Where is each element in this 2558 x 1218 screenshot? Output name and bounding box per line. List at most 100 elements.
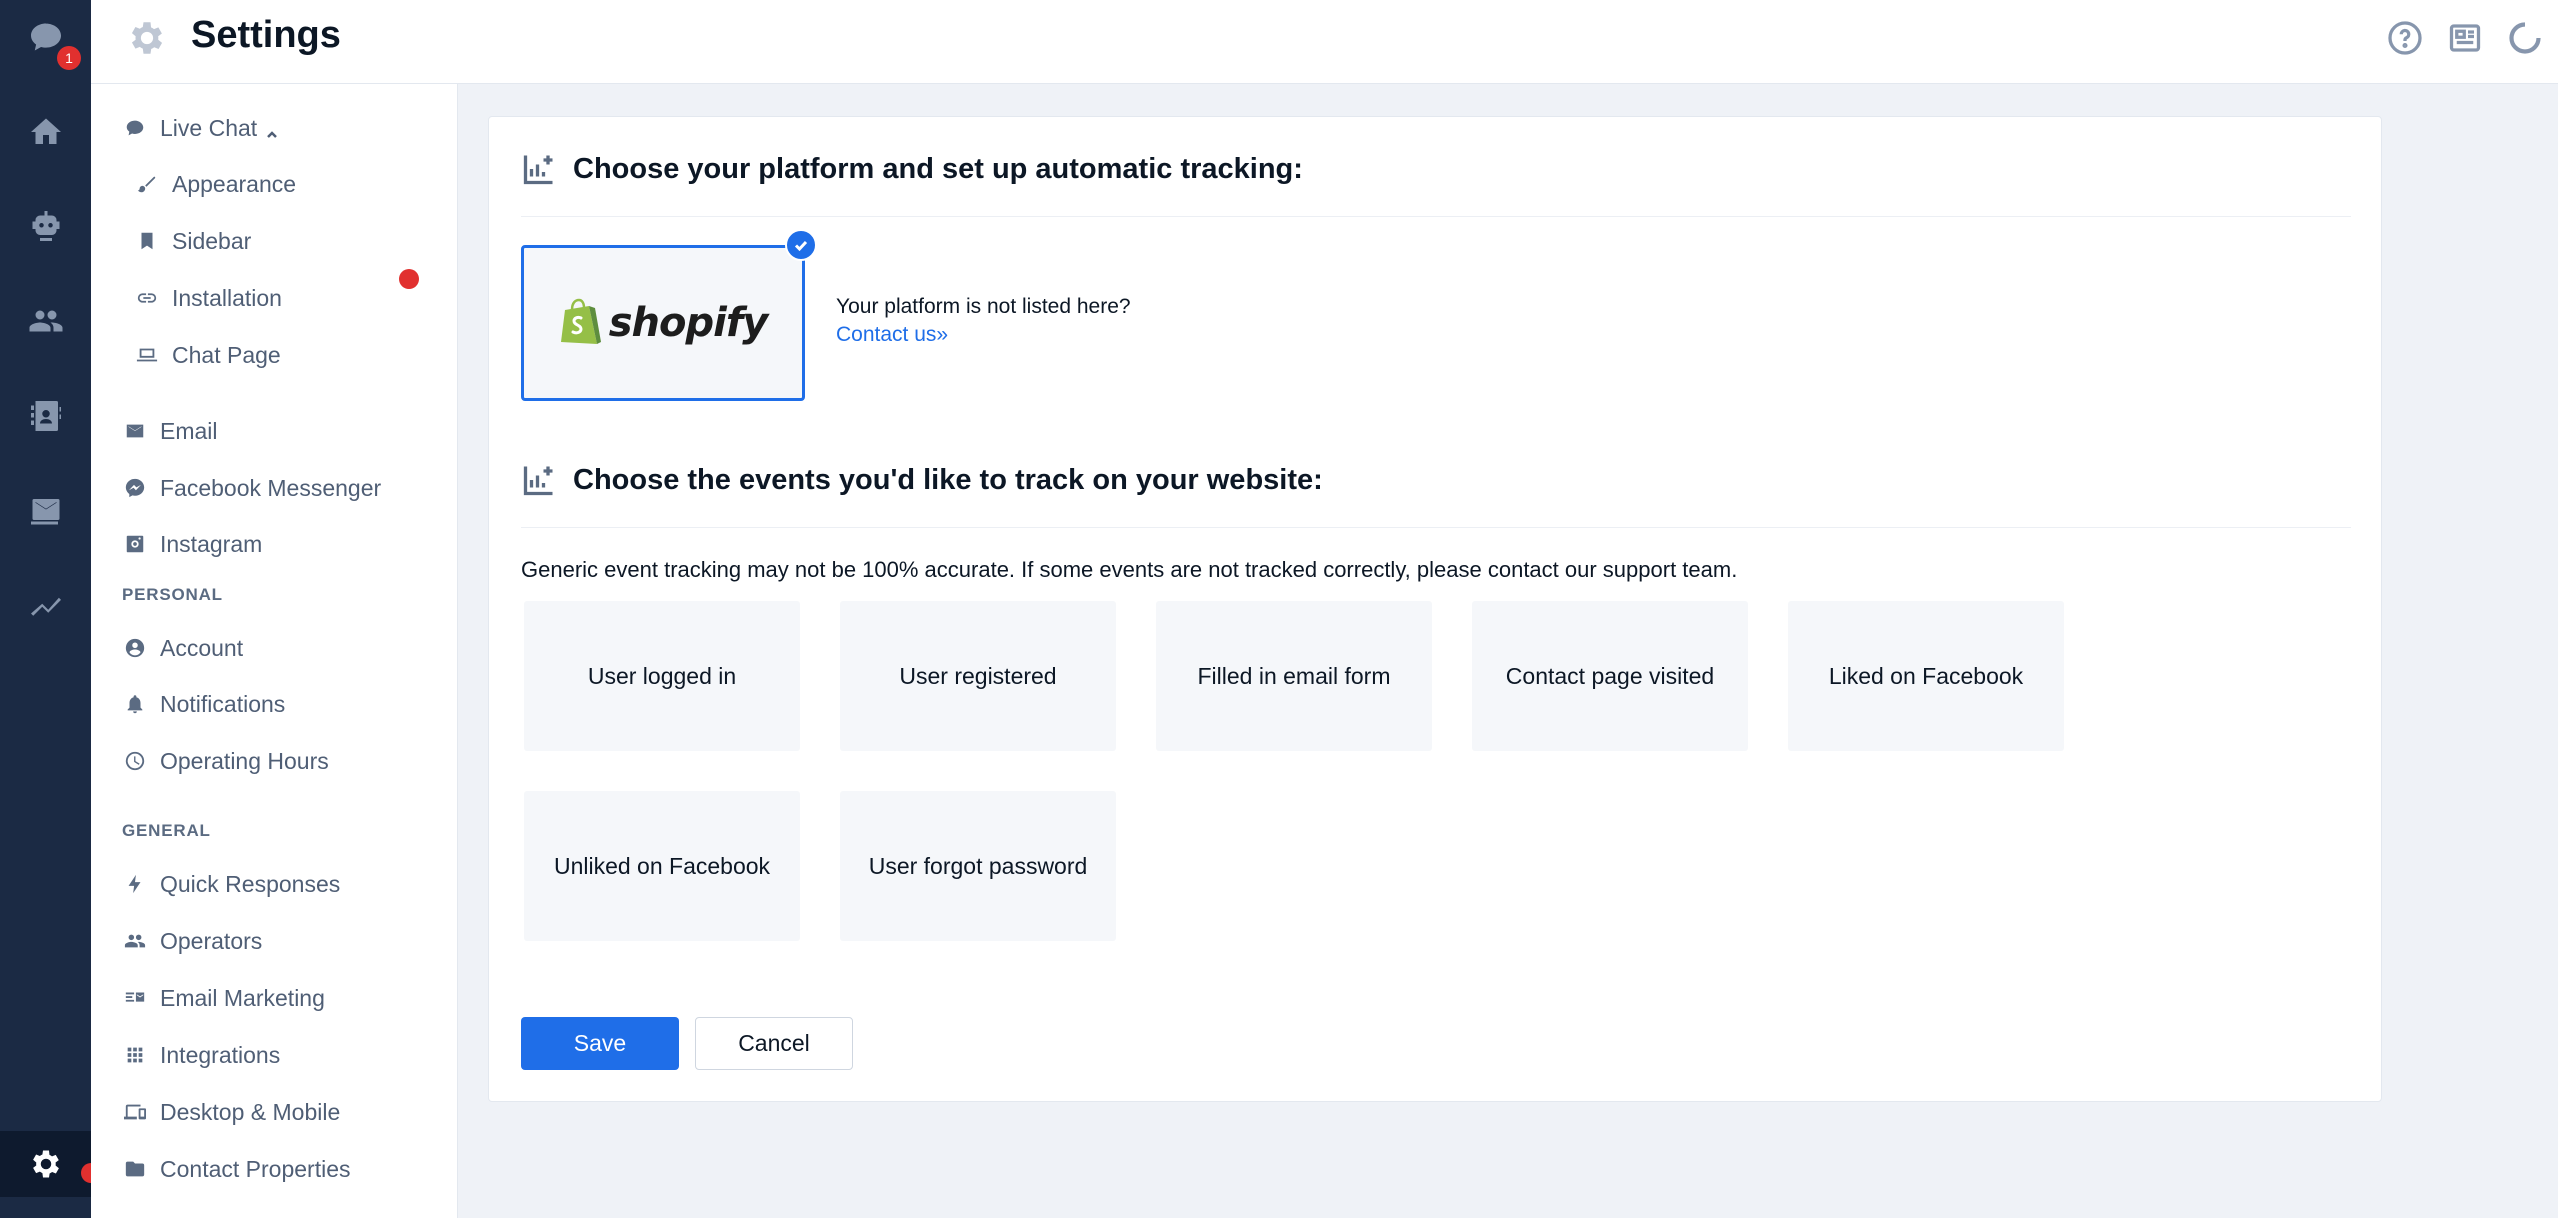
sidebar-item-quick-responses[interactable]: Quick Responses (122, 864, 340, 904)
sidebar-item-label: Operating Hours (160, 747, 329, 774)
sidebar-item-label: Operators (160, 927, 263, 954)
analytics-add-icon (521, 151, 557, 187)
shopify-logo: shopify (559, 298, 768, 348)
instagram-icon (122, 531, 148, 557)
sidebar-item-label: Email (160, 417, 218, 444)
event-option-user-forgot-password[interactable]: User forgot password (840, 791, 1116, 941)
account-icon (122, 635, 148, 661)
bolt-icon (122, 871, 148, 897)
sidebar-item-sidebar[interactable]: Sidebar (134, 221, 251, 261)
installation-alert-dot (399, 269, 419, 289)
sidebar-item-label: Live Chat (160, 114, 258, 141)
sidebar-item-label: Sidebar (172, 227, 252, 254)
brush-icon (134, 171, 160, 197)
sidebar-item-facebook-messenger[interactable]: Facebook Messenger (122, 468, 381, 508)
chevron-up-icon (265, 121, 279, 138)
event-option-user-logged-in[interactable]: User logged in (524, 601, 800, 751)
help-icon[interactable] (2387, 20, 2423, 56)
sidebar-item-instagram[interactable]: Instagram (122, 524, 262, 564)
folder-icon (122, 1156, 148, 1182)
section-heading-personal: PERSONAL (122, 585, 223, 604)
loading-icon (2507, 20, 2543, 56)
sidebar-item-label: Contact Properties (160, 1155, 351, 1182)
event-option-contact-page-visited[interactable]: Contact page visited (1472, 601, 1748, 751)
sidebar-item-contact-properties[interactable]: Contact Properties (122, 1149, 350, 1189)
rail-contacts-button[interactable] (0, 383, 91, 449)
bell-icon (122, 691, 148, 717)
cancel-button[interactable]: Cancel (695, 1017, 853, 1070)
sidebar-item-label: Installation (172, 284, 282, 311)
events-section-title: Choose the events you'd like to track on… (573, 464, 1323, 496)
tracking-settings-card: Choose your platform and set up automati… (488, 116, 2382, 1102)
link-icon (134, 285, 160, 311)
clock-icon (122, 748, 148, 774)
shopify-bag-icon (560, 298, 601, 344)
rail-inbox-button[interactable] (0, 478, 91, 544)
sidebar-item-label: Instagram (160, 530, 263, 557)
inbox-icon (30, 499, 59, 525)
settings-sidebar: Live Chat Appearance Sidebar Installatio… (91, 84, 458, 1218)
analytics-add-icon (521, 462, 557, 498)
sidebar-item-live-chat[interactable]: Live Chat (122, 108, 279, 148)
unread-badge: 1 (57, 46, 81, 70)
bot-icon (32, 211, 59, 241)
sidebar-item-operators[interactable]: Operators (122, 921, 262, 961)
sidebar-item-label: Quick Responses (160, 870, 341, 897)
sidebar-item-email-marketing[interactable]: Email Marketing (122, 978, 325, 1018)
rail-home-button[interactable] (0, 99, 91, 165)
page-title: Settings (191, 14, 341, 56)
divider (521, 216, 2351, 217)
sidebar-item-notifications[interactable]: Notifications (122, 684, 285, 724)
section-heading-general: GENERAL (122, 821, 211, 840)
sidebar-item-installation[interactable]: Installation (134, 278, 282, 318)
chat-icon (30, 23, 61, 51)
icon-rail: 1 (0, 0, 101, 1218)
event-option-liked-on-facebook[interactable]: Liked on Facebook (1788, 601, 2064, 751)
bookmark-icon (134, 228, 160, 254)
home-icon (30, 118, 61, 144)
chat-bubble-icon (122, 115, 148, 141)
laptop-icon (134, 342, 160, 368)
platform-name: shopify (608, 300, 769, 346)
rail-visitors-button[interactable] (0, 288, 91, 354)
sidebar-item-label: Chat Page (172, 341, 281, 368)
selected-check-icon (785, 229, 817, 261)
event-option-filled-email-form[interactable]: Filled in email form (1156, 601, 1432, 751)
rail-settings-button[interactable] (0, 1131, 91, 1197)
sidebar-item-account[interactable]: Account (122, 628, 243, 668)
devices-icon (122, 1099, 148, 1125)
platform-option-shopify[interactable]: shopify (521, 245, 805, 401)
sidebar-item-chat-page[interactable]: Chat Page (134, 335, 281, 375)
tracking-accuracy-note: Generic event tracking may not be 100% a… (521, 557, 1738, 582)
visitors-icon (29, 310, 62, 332)
settings-icon (32, 1150, 59, 1178)
rail-bot-button[interactable] (0, 193, 91, 259)
gear-icon (126, 17, 168, 59)
contact-us-link[interactable]: Contact us» (836, 323, 948, 347)
save-button[interactable]: Save (521, 1017, 679, 1070)
sidebar-item-label: Facebook Messenger (160, 474, 382, 501)
top-header: Settings (91, 0, 2558, 84)
messenger-icon (122, 475, 148, 501)
event-option-unliked-on-facebook[interactable]: Unliked on Facebook (524, 791, 800, 941)
grid-icon (122, 1042, 148, 1068)
platform-not-listed-text: Your platform is not listed here? (836, 295, 1131, 318)
sidebar-item-label: Integrations (160, 1041, 281, 1068)
sidebar-item-email[interactable]: Email (122, 411, 218, 451)
sidebar-item-integrations[interactable]: Integrations (122, 1035, 280, 1075)
email-marketing-icon (122, 985, 148, 1011)
news-icon[interactable] (2447, 20, 2483, 56)
platform-section-title: Choose your platform and set up automati… (573, 153, 1303, 185)
rail-analytics-button[interactable] (0, 573, 91, 639)
sidebar-item-appearance[interactable]: Appearance (134, 164, 296, 204)
analytics-icon (30, 597, 61, 616)
sidebar-item-label: Appearance (172, 170, 297, 197)
sidebar-item-label: Notifications (160, 690, 286, 717)
email-icon (122, 418, 148, 444)
operators-icon (122, 928, 148, 954)
divider (521, 527, 2351, 528)
sidebar-item-operating-hours[interactable]: Operating Hours (122, 741, 329, 781)
event-option-user-registered[interactable]: User registered (840, 601, 1116, 751)
sidebar-item-label: Desktop & Mobile (160, 1098, 341, 1125)
sidebar-item-desktop-mobile[interactable]: Desktop & Mobile (122, 1092, 340, 1132)
